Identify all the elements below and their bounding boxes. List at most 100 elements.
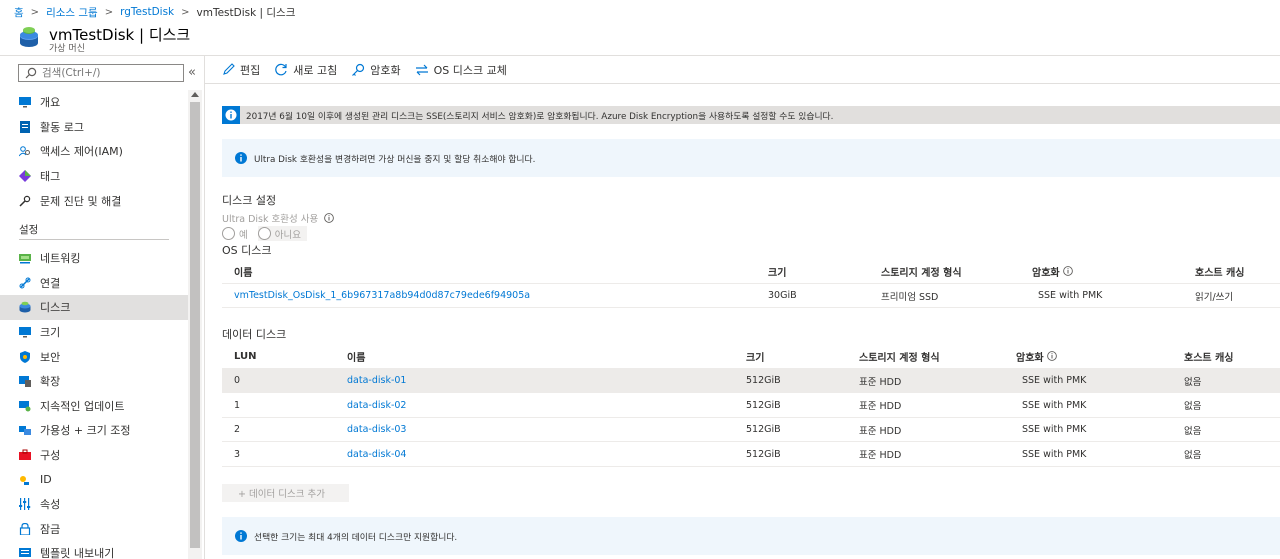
lock-icon: [19, 522, 31, 535]
sidebar-item-label: 연결: [40, 276, 61, 290]
encryption-label: 암호화: [370, 63, 401, 77]
refresh-button[interactable]: 새로 고침: [274, 62, 337, 78]
sidebar-section-settings: 설정: [19, 223, 39, 236]
sidebar-item-networking[interactable]: 네트워킹: [0, 246, 188, 271]
disk-name-cell: data-disk-04: [347, 442, 406, 466]
disk-name-cell: data-disk-02: [347, 393, 406, 417]
info-circle-icon[interactable]: [1046, 351, 1057, 361]
radio-yes-label: 예: [239, 229, 248, 241]
disk-type-cell: 표준 HDD: [859, 425, 902, 437]
add-data-disk-button[interactable]: + 데이터 디스크 추가: [222, 484, 349, 502]
lun-cell: 0: [234, 375, 241, 386]
os-disk-heading: OS 디스크: [222, 244, 272, 257]
breadcrumb-current: vmTestDisk | 디스크: [196, 6, 296, 19]
breadcrumb-resource-group[interactable]: rgTestDisk: [120, 6, 174, 18]
data-disks-table: LUN 이름 크기 스토리지 계정 형식 암호화 호스트 캐싱 0 data-d…: [222, 344, 1280, 467]
col-size: 크기: [768, 267, 787, 279]
sidebar-item-locks[interactable]: 잠금: [0, 517, 188, 542]
disk-icon: [20, 27, 38, 47]
sidebar-item-configuration[interactable]: 구성: [0, 443, 188, 468]
os-disk-size-cell: 30GiB: [768, 290, 797, 301]
table-row[interactable]: 1 data-disk-02 512GiB 표준 HDD SSE with PM…: [222, 393, 1280, 418]
os-disk-encryption-cell: SSE with PMK: [1038, 290, 1103, 301]
scroll-up-icon[interactable]: [191, 92, 199, 97]
col-encryption: 암호화: [1016, 344, 1057, 368]
ultra-disk-no-option[interactable]: 아니요: [257, 226, 307, 241]
table-row[interactable]: 3 data-disk-04 512GiB 표준 HDD SSE with PM…: [222, 442, 1280, 467]
info-icon: [222, 106, 240, 124]
edit-button[interactable]: 편집: [222, 62, 260, 78]
sidebar-item-label: 지속적인 업데이트: [40, 399, 125, 413]
swap-os-disk-label: OS 디스크 교체: [433, 63, 507, 77]
sidebar-item-diagnose[interactable]: 문제 진단 및 해결: [0, 188, 188, 213]
monitor-icon: [19, 97, 31, 108]
scrollbar-thumb[interactable]: [190, 102, 200, 548]
data-disk-link[interactable]: data-disk-04: [347, 449, 406, 460]
sidebar-item-identity[interactable]: ID: [0, 467, 188, 492]
col-lun: LUN: [234, 350, 257, 362]
col-storage-type: 스토리지 계정 형식: [881, 267, 962, 279]
sidebar-item-overview[interactable]: 개요: [0, 90, 188, 115]
table-row: vmTestDisk_OsDisk_1_6b967317a8b94d0d87c7…: [222, 284, 1280, 308]
col-name: 이름: [234, 267, 253, 279]
sidebar-item-size[interactable]: 크기: [0, 320, 188, 345]
radio-yes[interactable]: [222, 227, 235, 240]
lun-cell: 3: [234, 448, 241, 460]
data-disk-link[interactable]: data-disk-03: [347, 424, 406, 435]
sidebar-item-extensions[interactable]: 확장: [0, 369, 188, 394]
sidebar-item-tags[interactable]: 태그: [0, 164, 188, 189]
sidebar-item-label: 액세스 제어(IAM): [40, 145, 123, 159]
search-icon: [25, 67, 37, 79]
col-host-caching: 호스트 캐싱: [1184, 352, 1234, 364]
radio-no[interactable]: [257, 227, 271, 240]
collapse-sidebar-icon[interactable]: «: [188, 65, 196, 80]
encryption-button[interactable]: 암호화: [351, 62, 401, 78]
activity-log-icon: [20, 120, 30, 133]
refresh-label: 새로 고침: [293, 63, 338, 77]
max-disks-info-text: 선택한 크기는 최대 4개의 데이터 디스크만 지원합니다.: [254, 532, 458, 543]
sidebar-item-activity-log[interactable]: 활동 로그: [0, 115, 188, 140]
disk-type-cell: 표준 HDD: [859, 376, 902, 388]
lun-cell: 2: [234, 424, 241, 435]
sidebar-item-iam[interactable]: 액세스 제어(IAM): [0, 139, 188, 164]
identity-icon: [20, 475, 29, 485]
shield-icon: [20, 350, 30, 363]
tag-icon: [19, 170, 31, 183]
sidebar-scrollbar[interactable]: [188, 90, 202, 559]
info-circle-icon[interactable]: [1062, 266, 1073, 276]
ultra-disk-info-text: Ultra Disk 호환성을 변경하려면 가상 머신을 중지 및 할당 취소해…: [254, 154, 536, 165]
os-disk-link[interactable]: vmTestDisk_OsDisk_1_6b967317a8b94d0d87c7…: [234, 290, 530, 301]
sidebar-item-disks[interactable]: 디스크: [0, 295, 188, 320]
breadcrumb-resource-groups[interactable]: 리소스 그룹: [46, 5, 98, 20]
search-box[interactable]: [18, 64, 184, 82]
sse-info-banner: 2017년 6월 10일 이후에 생성된 관리 디스크는 SSE(스토리지 서비…: [222, 106, 1280, 124]
disk-type-cell: 표준 HDD: [859, 450, 902, 461]
swap-os-disk-button[interactable]: OS 디스크 교체: [415, 62, 507, 78]
disk-encryption-cell: SSE with PMK: [1022, 399, 1087, 411]
lun-cell: 1: [234, 399, 241, 411]
info-icon: [235, 152, 247, 164]
data-disks-heading: 데이터 디스크: [222, 328, 287, 341]
sidebar-item-availability[interactable]: 가용성 + 크기 조정: [0, 418, 188, 443]
table-row[interactable]: 0 data-disk-01 512GiB 표준 HDD SSE with PM…: [222, 368, 1280, 393]
sidebar-item-properties[interactable]: 속성: [0, 492, 188, 517]
table-header-row: LUN 이름 크기 스토리지 계정 형식 암호화 호스트 캐싱: [222, 344, 1280, 369]
col-encryption-label: 암호화: [1016, 352, 1044, 364]
sidebar-item-security[interactable]: 보안: [0, 344, 188, 369]
edit-label: 편집: [240, 63, 261, 77]
ultra-disk-yes-option[interactable]: 예: [222, 226, 252, 241]
table-row[interactable]: 2 data-disk-03 512GiB 표준 HDD SSE with PM…: [222, 418, 1280, 442]
sidebar: « 개요 활동 로그 액세스 제어(IAM) 태그 문제 진단 및 해결 설정 …: [0, 56, 204, 559]
info-circle-icon[interactable]: [324, 213, 335, 223]
sidebar-item-continuous-update[interactable]: 지속적인 업데이트: [0, 394, 188, 419]
ultra-disk-label: Ultra Disk 호환성 사용: [222, 211, 335, 225]
disk-size-cell: 512GiB: [746, 399, 781, 411]
os-disk-type-cell: 프리미엄 SSD: [881, 291, 939, 303]
sidebar-item-label: 가용성 + 크기 조정: [40, 424, 131, 438]
breadcrumb-home[interactable]: 홈: [14, 5, 24, 20]
sidebar-item-connect[interactable]: 연결: [0, 271, 188, 296]
sidebar-item-export-template[interactable]: 템플릿 내보내기: [0, 541, 188, 559]
search-input[interactable]: [42, 67, 172, 79]
data-disk-link[interactable]: data-disk-02: [347, 400, 406, 411]
data-disk-link[interactable]: data-disk-01: [347, 375, 406, 386]
